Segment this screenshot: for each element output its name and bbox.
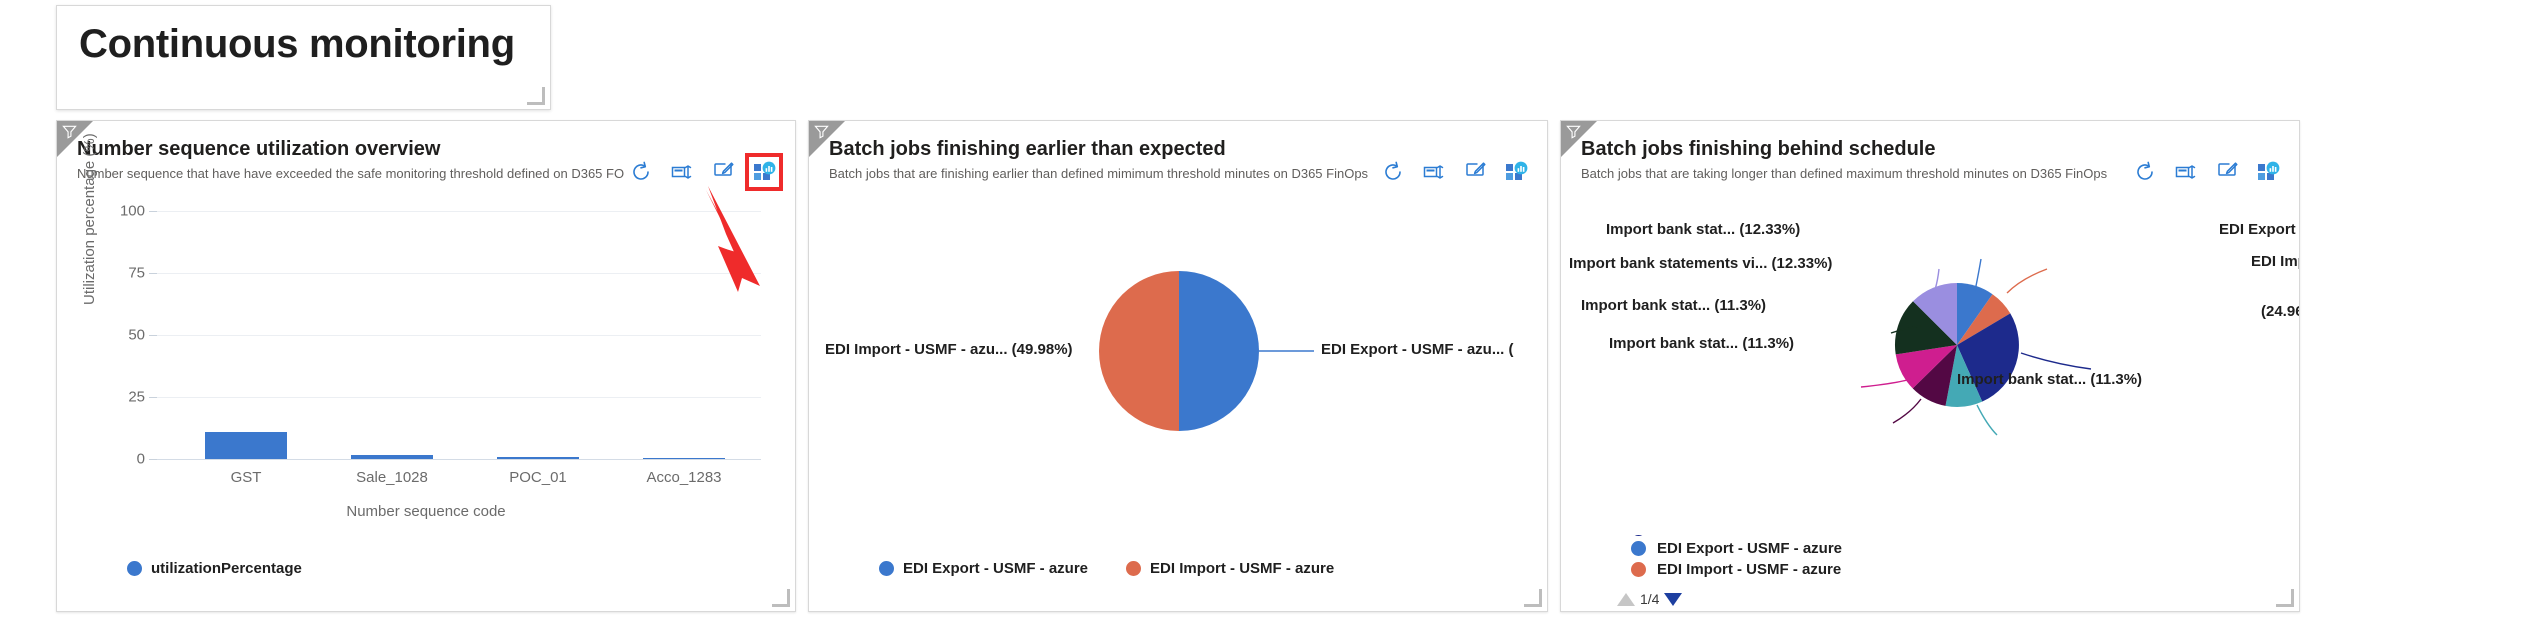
legend-label: utilizationPercentage: [151, 560, 302, 577]
tile-actions: [628, 153, 783, 191]
chart-legend[interactable]: EDI Export - USMF - azure EDI Import - U…: [1631, 535, 1961, 593]
tile-subtitle: Batch jobs that are taking longer than d…: [1581, 166, 2108, 181]
y-tick: 75: [128, 264, 145, 282]
pie-label-3: Import bank stat... (11.3%): [1581, 297, 1767, 314]
pie-label-5: Import bank stat... (11.3%): [1957, 371, 2143, 388]
legend-color-swatch: [879, 561, 894, 576]
power-bi-icon[interactable]: [1503, 159, 1529, 185]
pie-label-1: Import bank stat... (12.33%): [1606, 221, 1801, 238]
legend-item[interactable]: EDI Import - USMF - azure: [1126, 560, 1334, 577]
x-tick: GST: [230, 469, 262, 486]
resize-handle[interactable]: [527, 87, 545, 105]
legend-color-swatch: [1126, 561, 1142, 576]
power-bi-icon[interactable]: [2255, 159, 2281, 185]
pie-label-8: (24.96%): [2261, 303, 2299, 320]
plot-area: 100 75 50 25 0 GST Sale_1028 POC_01 Acco…: [120, 203, 761, 486]
resize-icon[interactable]: [2173, 159, 2199, 185]
chart-legend: EDI Export - USMF - azure EDI Import - U…: [879, 560, 1334, 577]
pie-label-7: EDI Import - USMF - azu... (: [2251, 253, 2299, 270]
legend-label: EDI Import - USMF - azure: [1150, 560, 1335, 577]
page-indicator: 1/4: [1640, 591, 1660, 607]
bar-sale-1028: [351, 455, 433, 459]
legend-label: EDI Import - USMF - azure: [1657, 561, 1842, 578]
resize-icon[interactable]: [669, 159, 695, 185]
x-axis-title: Number sequence code: [346, 503, 506, 520]
y-tick: 0: [136, 450, 145, 468]
pie-chart: EDI Import - USMF - azu... (49.98%) EDI …: [809, 193, 1547, 543]
legend-color-swatch: [127, 561, 142, 576]
filter-icon[interactable]: [1566, 124, 1581, 139]
edit-icon[interactable]: [2214, 159, 2240, 185]
legend-color-swatch: [1631, 541, 1646, 556]
x-tick: Sale_1028: [356, 469, 428, 486]
legend-pager: 1/4: [1617, 591, 1683, 607]
bar-acco-1283: [643, 458, 725, 459]
refresh-icon[interactable]: [628, 159, 654, 185]
resize-handle[interactable]: [2276, 589, 2294, 607]
pie-label-edi-export: EDI Export - USMF - azu... (: [1321, 341, 1514, 358]
pie-label-6: EDI Export - US... (9.69%): [2219, 221, 2299, 238]
x-tick: Acco_1283: [646, 469, 722, 486]
tile-title: Number sequence utilization overview: [77, 138, 441, 160]
filter-icon[interactable]: [814, 124, 829, 139]
bar-chart: Utilization percentage (%) 100 75 50 25 …: [57, 133, 795, 543]
legend-item[interactable]: EDI Export - USMF - azure: [1631, 540, 1961, 557]
pie-slice-edi-export: [1179, 271, 1259, 431]
tile-subtitle: Number sequence that have have exceeded …: [77, 166, 625, 181]
tile-actions: [1380, 159, 1529, 185]
legend-color-swatch: [1631, 535, 1646, 536]
refresh-icon[interactable]: [1380, 159, 1406, 185]
y-axis-title: Utilization percentage (%): [81, 133, 98, 305]
bar-poc-01: [497, 457, 579, 459]
legend-item[interactable]: EDI Import - USMF - azure: [1631, 561, 1961, 578]
bar-gst: [205, 432, 287, 459]
x-tick: POC_01: [509, 469, 567, 486]
resize-icon[interactable]: [1421, 159, 1447, 185]
legend-label: EDI Export - USMF - azure: [903, 560, 1089, 577]
tile-subtitle: Batch jobs that are finishing earlier th…: [829, 166, 1369, 181]
filter-icon[interactable]: [62, 124, 77, 139]
page-up-icon[interactable]: [1617, 592, 1635, 606]
tile-title: Batch jobs finishing behind schedule: [1581, 138, 1936, 160]
page-down-icon[interactable]: [1664, 592, 1683, 606]
legend-label: EDI Export - USMF - azure: [1657, 540, 1843, 557]
tile-number-sequence-utilization[interactable]: Number sequence utilization overview Num…: [56, 120, 796, 612]
pie-slice-edi-import: [1099, 271, 1179, 431]
edit-icon[interactable]: [710, 159, 736, 185]
y-tick: 100: [119, 202, 145, 220]
legend-item[interactable]: EDI Export - USMF - azure: [879, 560, 1088, 577]
legend-item[interactable]: utilizationPercentage: [127, 560, 302, 577]
pie-chart: Import bank stat... (12.33%) Import bank…: [1561, 193, 2299, 543]
pie-label-edi-import: EDI Import - USMF - azu... (49.98%): [825, 341, 1073, 358]
y-tick: 25: [128, 388, 145, 406]
page-title: Continuous monitoring: [79, 22, 515, 66]
resize-handle[interactable]: [772, 589, 790, 607]
edit-icon[interactable]: [1462, 159, 1488, 185]
page-title-card: Continuous monitoring: [56, 5, 551, 110]
legend-item[interactable]: [1631, 535, 1961, 536]
chart-legend: utilizationPercentage: [127, 560, 302, 577]
tile-batch-jobs-behind[interactable]: Batch jobs finishing behind schedule Bat…: [1560, 120, 2300, 612]
tile-actions: [2132, 159, 2281, 185]
power-bi-icon[interactable]: [745, 153, 783, 191]
tile-batch-jobs-early[interactable]: Batch jobs finishing earlier than expect…: [808, 120, 1548, 612]
refresh-icon[interactable]: [2132, 159, 2158, 185]
resize-handle[interactable]: [1524, 589, 1542, 607]
y-tick: 50: [128, 326, 145, 344]
pie-label-4: Import bank stat... (11.3%): [1609, 335, 1795, 352]
pie-svg: [1860, 258, 2092, 436]
pie-label-2: Import bank statements vi... (12.33%): [1569, 255, 1833, 272]
legend-color-swatch: [1631, 562, 1646, 577]
tile-title: Batch jobs finishing earlier than expect…: [829, 138, 1226, 160]
